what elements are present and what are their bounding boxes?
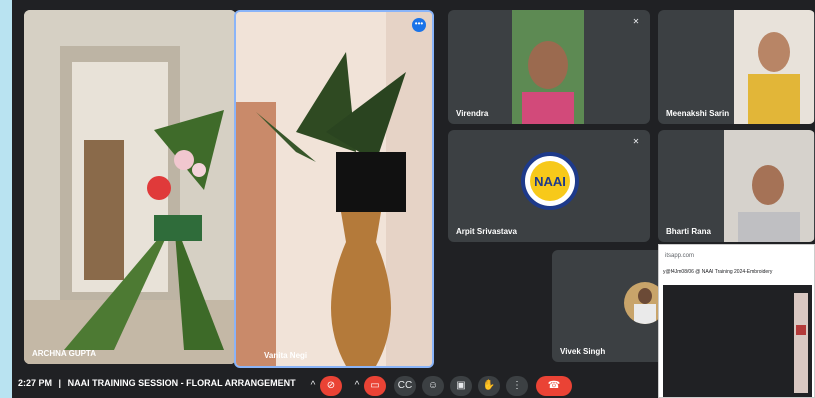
raise-hand-button[interactable]: ✋ [478, 376, 500, 396]
video-tile-meenakshi-sarin[interactable]: Meenakshi Sarin [658, 10, 815, 124]
mic-off-button[interactable]: ⊘ [320, 376, 342, 396]
more-options-icon[interactable]: ••• [412, 18, 426, 32]
popup-video [663, 285, 812, 397]
meet-stage: ARCHNA GUPTA ••• Vanita Negi ✕ Virendra [12, 0, 815, 398]
video-frame-vase [236, 12, 432, 366]
participant-video [512, 10, 584, 124]
more-options-button[interactable]: ⋮ [506, 376, 528, 396]
video-tile-arpit-srivastava[interactable]: NAAI ✕ Arpit Srivastava [448, 130, 650, 242]
video-frame-room [24, 10, 236, 364]
participant-name: Vanita Negi [264, 351, 308, 360]
audio-options-chevron-icon[interactable]: ^ [306, 376, 320, 396]
participant-video [734, 10, 814, 124]
participant-name: Virendra [456, 109, 489, 118]
video-tile-bharti-rana[interactable]: Bharti Rana [658, 130, 815, 242]
participant-name: Vivek Singh [560, 347, 606, 356]
mic-off-icon: ✕ [630, 136, 642, 148]
captions-button[interactable]: CC [394, 376, 416, 396]
participant-video [724, 130, 814, 242]
meeting-time: 2:27 PM [18, 378, 53, 388]
video-tile-virendra[interactable]: ✕ Virendra [448, 10, 650, 124]
participant-name: Meenakshi Sarin [666, 109, 730, 118]
present-screen-button[interactable]: ▣ [450, 376, 472, 396]
video-tile-vivek-singh[interactable]: Vivek Singh [552, 250, 670, 362]
emoji-reactions-button[interactable]: ☺ [422, 376, 444, 396]
video-options-chevron-icon[interactable]: ^ [350, 376, 364, 396]
video-tile-archna-gupta[interactable]: ARCHNA GUPTA [24, 10, 236, 364]
leave-call-button[interactable]: ☎ [536, 376, 572, 396]
mic-off-icon: ✕ [630, 16, 642, 28]
camera-off-button[interactable]: ▭ [364, 376, 386, 396]
participant-name: ARCHNA GUPTA [32, 349, 96, 358]
popup-heading: y@f4Jm08/06 @ NAAI Training 2024-Embroid… [663, 269, 773, 275]
picture-in-picture-window[interactable]: itsapp.com y@f4Jm08/06 @ NAAI Training 2… [658, 244, 815, 398]
participant-name: Arpit Srivastava [456, 227, 517, 236]
meeting-info: 2:27 PM | NAAI TRAINING SESSION - FLORAL… [18, 378, 296, 388]
naai-logo: NAAI [521, 152, 579, 210]
popup-url: itsapp.com [665, 253, 695, 259]
video-tile-vanita-negi[interactable]: ••• Vanita Negi [234, 10, 434, 368]
participant-name: Bharti Rana [666, 227, 711, 236]
meeting-title: NAAI TRAINING SESSION - FLORAL ARRANGEME… [67, 378, 296, 388]
